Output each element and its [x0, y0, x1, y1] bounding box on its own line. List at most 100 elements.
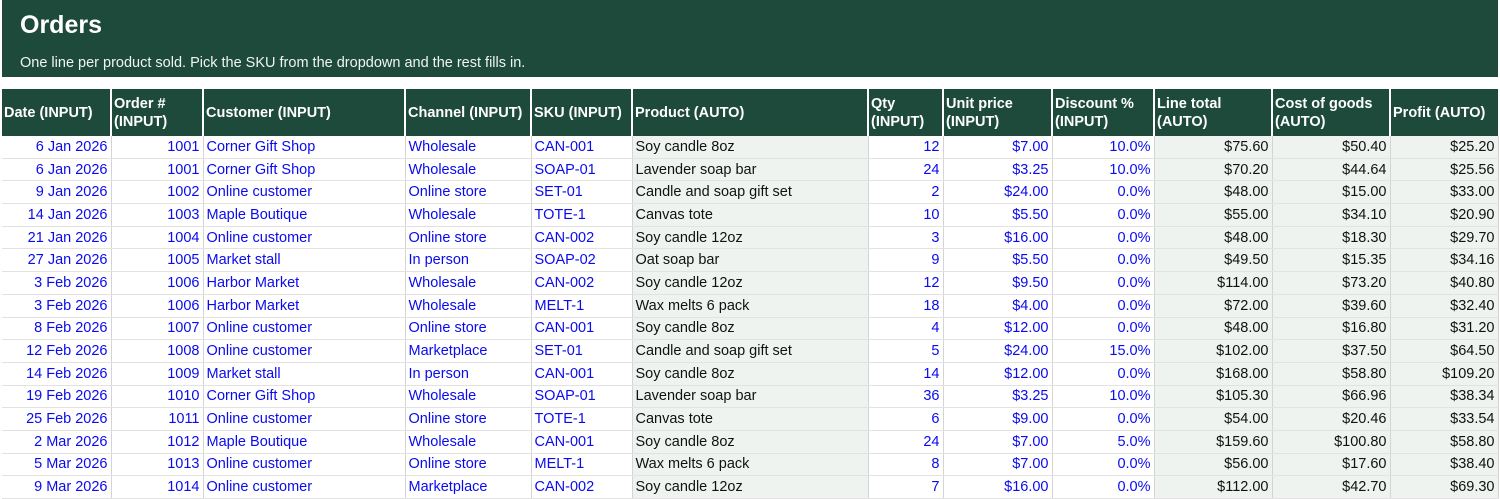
- profit-cell[interactable]: $31.20: [1390, 317, 1499, 341]
- date-cell[interactable]: 12 Feb 2026: [2, 339, 112, 363]
- sku-cell[interactable]: CAN-002: [531, 271, 633, 295]
- discount-cell[interactable]: 0.0%: [1052, 294, 1155, 318]
- sku-cell[interactable]: SOAP-01: [531, 385, 633, 409]
- discount-cell[interactable]: 0.0%: [1052, 407, 1155, 431]
- profit-cell[interactable]: $34.16: [1390, 248, 1499, 273]
- qty-cell[interactable]: 9: [868, 248, 944, 273]
- date-cell[interactable]: 2 Mar 2026: [2, 430, 112, 454]
- discount-cell[interactable]: 10.0%: [1052, 385, 1155, 409]
- product-cell[interactable]: Wax melts 6 pack: [632, 453, 869, 477]
- discount-cell[interactable]: 5.0%: [1052, 430, 1155, 454]
- order-number-cell[interactable]: 1003: [111, 203, 204, 227]
- customer-cell[interactable]: Corner Gift Shop: [203, 158, 406, 182]
- order-number-cell[interactable]: 1013: [111, 453, 204, 477]
- sku-cell[interactable]: CAN-001: [531, 317, 633, 341]
- channel-cell[interactable]: Wholesale: [405, 385, 532, 409]
- line-total-cell[interactable]: $102.00: [1154, 339, 1273, 363]
- discount-cell[interactable]: 0.0%: [1052, 453, 1155, 477]
- unit-price-cell[interactable]: $24.00: [943, 180, 1053, 205]
- profit-cell[interactable]: $33.00: [1390, 180, 1499, 205]
- customer-cell[interactable]: Online customer: [203, 180, 406, 205]
- sku-cell[interactable]: CAN-002: [531, 475, 633, 499]
- product-cell[interactable]: Soy candle 8oz: [632, 317, 869, 341]
- qty-cell[interactable]: 14: [868, 362, 944, 386]
- unit-price-cell[interactable]: $5.50: [943, 203, 1053, 227]
- order-number-cell[interactable]: 1004: [111, 226, 204, 250]
- discount-cell[interactable]: 0.0%: [1052, 226, 1155, 250]
- product-cell[interactable]: Candle and soap gift set: [632, 339, 869, 363]
- customer-cell[interactable]: Maple Boutique: [203, 203, 406, 227]
- customer-cell[interactable]: Online customer: [203, 226, 406, 250]
- channel-cell[interactable]: Wholesale: [405, 294, 532, 318]
- sku-cell[interactable]: CAN-002: [531, 226, 633, 250]
- qty-cell[interactable]: 12: [868, 136, 944, 159]
- header-date[interactable]: Date (INPUT): [2, 89, 112, 136]
- order-number-cell[interactable]: 1006: [111, 271, 204, 295]
- date-cell[interactable]: 8 Feb 2026: [2, 317, 112, 341]
- line-total-cell[interactable]: $168.00: [1154, 362, 1273, 386]
- unit-price-cell[interactable]: $12.00: [943, 317, 1053, 341]
- qty-cell[interactable]: 5: [868, 339, 944, 363]
- sku-cell[interactable]: MELT-1: [531, 294, 633, 318]
- qty-cell[interactable]: 18: [868, 294, 944, 318]
- cogs-cell[interactable]: $17.60: [1272, 453, 1391, 477]
- profit-cell[interactable]: $38.34: [1390, 385, 1499, 409]
- unit-price-cell[interactable]: $5.50: [943, 248, 1053, 273]
- unit-price-cell[interactable]: $4.00: [943, 294, 1053, 318]
- line-total-cell[interactable]: $48.00: [1154, 180, 1273, 205]
- date-cell[interactable]: 6 Jan 2026: [2, 158, 112, 182]
- profit-cell[interactable]: $32.40: [1390, 294, 1499, 318]
- header-cogs[interactable]: Cost of goods (AUTO): [1272, 89, 1391, 136]
- product-cell[interactable]: Lavender soap bar: [632, 385, 869, 409]
- sku-cell[interactable]: TOTE-1: [531, 203, 633, 227]
- order-number-cell[interactable]: 1001: [111, 158, 204, 182]
- cogs-cell[interactable]: $16.80: [1272, 317, 1391, 341]
- date-cell[interactable]: 3 Feb 2026: [2, 271, 112, 295]
- sku-cell[interactable]: CAN-001: [531, 136, 633, 159]
- cogs-cell[interactable]: $18.30: [1272, 226, 1391, 250]
- channel-cell[interactable]: In person: [405, 248, 532, 273]
- product-cell[interactable]: Wax melts 6 pack: [632, 294, 869, 318]
- date-cell[interactable]: 14 Jan 2026: [2, 203, 112, 227]
- customer-cell[interactable]: Corner Gift Shop: [203, 136, 406, 159]
- cogs-cell[interactable]: $100.80: [1272, 430, 1391, 454]
- header-order[interactable]: Order # (INPUT): [111, 89, 204, 136]
- header-qty[interactable]: Qty (INPUT): [868, 89, 944, 136]
- channel-cell[interactable]: Online store: [405, 180, 532, 205]
- header-profit[interactable]: Profit (AUTO): [1390, 89, 1498, 136]
- channel-cell[interactable]: Online store: [405, 453, 532, 477]
- channel-cell[interactable]: Wholesale: [405, 203, 532, 227]
- discount-cell[interactable]: 0.0%: [1052, 362, 1155, 386]
- date-cell[interactable]: 19 Feb 2026: [2, 385, 112, 409]
- profit-cell[interactable]: $64.50: [1390, 339, 1499, 363]
- cogs-cell[interactable]: $42.70: [1272, 475, 1391, 499]
- order-number-cell[interactable]: 1002: [111, 180, 204, 205]
- product-cell[interactable]: Soy candle 12oz: [632, 271, 869, 295]
- line-total-cell[interactable]: $49.50: [1154, 248, 1273, 273]
- cogs-cell[interactable]: $39.60: [1272, 294, 1391, 318]
- unit-price-cell[interactable]: $16.00: [943, 226, 1053, 250]
- cogs-cell[interactable]: $34.10: [1272, 203, 1391, 227]
- header-customer[interactable]: Customer (INPUT): [203, 89, 406, 136]
- customer-cell[interactable]: Market stall: [203, 248, 406, 273]
- unit-price-cell[interactable]: $7.00: [943, 453, 1053, 477]
- qty-cell[interactable]: 24: [868, 430, 944, 454]
- sku-cell[interactable]: TOTE-1: [531, 407, 633, 431]
- cogs-cell[interactable]: $58.80: [1272, 362, 1391, 386]
- header-discount[interactable]: Discount % (INPUT): [1052, 89, 1155, 136]
- line-total-cell[interactable]: $105.30: [1154, 385, 1273, 409]
- qty-cell[interactable]: 2: [868, 180, 944, 205]
- header-sku[interactable]: SKU (INPUT): [531, 89, 633, 136]
- unit-price-cell[interactable]: $7.00: [943, 136, 1053, 159]
- line-total-cell[interactable]: $48.00: [1154, 226, 1273, 250]
- order-number-cell[interactable]: 1007: [111, 317, 204, 341]
- cogs-cell[interactable]: $37.50: [1272, 339, 1391, 363]
- unit-price-cell[interactable]: $24.00: [943, 339, 1053, 363]
- line-total-cell[interactable]: $56.00: [1154, 453, 1273, 477]
- order-number-cell[interactable]: 1010: [111, 385, 204, 409]
- profit-cell[interactable]: $38.40: [1390, 453, 1499, 477]
- channel-cell[interactable]: Online store: [405, 317, 532, 341]
- cogs-cell[interactable]: $44.64: [1272, 158, 1391, 182]
- date-cell[interactable]: 9 Mar 2026: [2, 475, 112, 499]
- date-cell[interactable]: 21 Jan 2026: [2, 226, 112, 250]
